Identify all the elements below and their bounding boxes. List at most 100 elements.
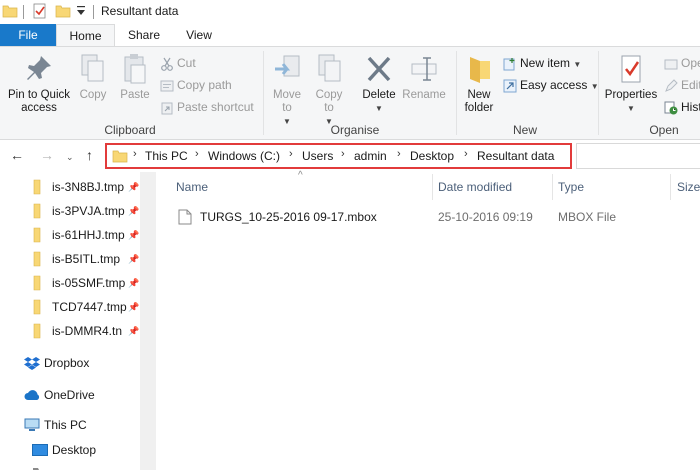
delete-x-icon [367,56,391,82]
tab-view[interactable]: View [174,24,224,46]
column-header-name[interactable]: Name [176,180,208,194]
breadcrumb-this-pc[interactable]: This PC [145,149,188,163]
new-item-icon [503,57,515,71]
nav-item-quick-1[interactable]: is-3PVJA.tmp [32,200,142,222]
folder-icon [33,179,41,195]
new-group-label: New [512,123,537,137]
nav-item-desktop[interactable]: Desktop [32,439,142,461]
file-list: ^ Name Date modified Type Size TURGS_10-… [156,170,700,470]
address-bar-tail[interactable] [576,143,700,169]
move-to-button[interactable]: Move to ▼ [268,53,306,128]
column-header-type[interactable]: Type [558,180,584,194]
breadcrumb-chevron-icon[interactable]: › [289,148,293,160]
copy-path-label: Copy path [177,78,232,92]
move-to-label: Move to [272,89,302,114]
easy-access-button[interactable]: Easy access ▼ [503,75,599,95]
breadcrumb-chevron-icon[interactable]: › [464,148,468,160]
tab-file[interactable]: File [0,24,56,46]
rename-button[interactable]: Rename [402,53,446,102]
new-item-caret-icon: ▼ [573,60,582,69]
nav-item-quick-6[interactable]: is-DMMR4.tn [32,320,142,342]
nav-item-this-pc[interactable]: This PC [24,414,144,436]
pin-icon[interactable]: 📌 [128,182,139,193]
nav-item-quick-3[interactable]: is-B5ITL.tmp [32,248,142,270]
folder-icon [33,299,41,315]
desktop-icon [32,444,48,456]
new-folder-icon [470,57,490,83]
table-row[interactable]: TURGS_10-25-2016 09-17.mbox 25-10-2016 0… [174,206,700,228]
copy-to-button[interactable]: Copy to ▼ [310,53,348,128]
move-to-caret-icon: ▼ [283,117,291,126]
copy-icon [81,54,104,82]
nav-item-label: is-3PVJA.tmp [52,204,125,218]
breadcrumb-chevron-icon[interactable]: › [341,148,345,160]
back-arrow-icon[interactable]: ← [10,148,24,162]
sort-ascending-icon: ^ [298,170,303,181]
nav-item-quick-2[interactable]: is-61HHJ.tmp [32,224,142,246]
pin-icon [27,56,51,80]
breadcrumb-windows-c[interactable]: Windows (C:) [208,149,280,163]
nav-item-dropbox[interactable]: Dropbox [24,352,144,374]
nav-item-quick-0[interactable]: is-3N8BJ.tmp [32,176,142,198]
new-folder-quick-icon[interactable] [55,3,71,19]
nav-item-label: TCD7447.tmp [52,300,127,314]
pin-icon[interactable]: 📌 [128,326,139,337]
properties-caret-icon: ▼ [627,104,635,113]
address-row: ← → ⌄ ↑ › This PC › Windows (C:) › Users… [0,140,700,172]
customize-quick-access-icon[interactable] [76,5,86,17]
breadcrumb-chevron-icon[interactable]: › [133,148,137,160]
nav-item-quick-5[interactable]: TCD7447.tmp [32,296,142,318]
column-header-date-modified[interactable]: Date modified [438,180,512,194]
breadcrumb-chevron-icon[interactable]: › [397,148,401,160]
properties-button[interactable]: Properties ▼ [602,53,660,115]
up-arrow-icon[interactable]: ↑ [86,148,93,162]
new-folder-label: New folder [464,89,494,114]
pin-icon[interactable]: 📌 [128,230,139,241]
forward-arrow-icon[interactable]: → [40,148,54,162]
open-icon [664,59,678,70]
nav-item-label: is-05SMF.tmp [52,276,126,290]
pin-icon[interactable]: 📌 [128,206,139,217]
nav-pane-scrollbar[interactable] [140,172,156,470]
breadcrumb-chevron-icon[interactable]: › [195,148,199,160]
open-button[interactable]: Ope [664,53,700,73]
pin-icon[interactable]: 📌 [128,254,139,265]
properties-label: Properties [604,89,658,101]
breadcrumb-admin[interactable]: admin [354,149,387,163]
folder-icon [33,203,41,219]
nav-item-quick-4[interactable]: is-05SMF.tmp [32,272,142,294]
delete-button[interactable]: Delete ▼ [358,53,400,115]
recent-locations-chevron-icon[interactable]: ⌄ [66,150,74,164]
nav-item-label: This PC [44,418,87,432]
tab-share[interactable]: Share [118,24,170,46]
new-item-label: New item [520,56,571,70]
properties-checkmark-icon[interactable] [32,3,48,19]
nav-item-onedrive[interactable]: OneDrive [24,384,144,406]
breadcrumb-resultant-data[interactable]: Resultant data [477,149,554,163]
edit-button[interactable]: Edit [664,75,700,95]
new-item-button[interactable]: New item ▼ [503,53,581,73]
address-bar[interactable]: › This PC › Windows (C:) › Users › admin… [105,143,572,169]
copy-path-button[interactable]: Copy path [160,75,232,95]
folder-icon [33,468,47,470]
paste-shortcut-button[interactable]: Paste shortcut [160,97,254,117]
pin-icon[interactable]: 📌 [128,302,139,313]
file-date-modified: 25-10-2016 09:19 [438,210,533,224]
nav-item-label: Desktop [52,443,97,457]
breadcrumb-users[interactable]: Users [302,149,333,163]
edit-icon [665,79,678,92]
new-folder-button[interactable]: New folder [460,53,498,115]
copy-button[interactable]: Copy [76,53,110,102]
nav-item-label: is-B5ITL.tmp [52,252,121,266]
nav-item-label: is-61HHJ.tmp [52,228,125,242]
tab-home[interactable]: Home [56,24,115,47]
paste-button[interactable]: Paste [116,53,154,102]
history-button[interactable]: Hist [664,97,700,117]
open-group-label: Open [649,123,679,137]
folder-icon [112,150,128,163]
cut-button[interactable]: Cut [160,53,196,73]
breadcrumb-desktop[interactable]: Desktop [410,149,454,163]
column-header-size[interactable]: Size [677,180,700,194]
pin-to-quick-access-button[interactable]: Pin to Quick access [4,53,74,115]
pin-icon[interactable]: 📌 [128,278,139,289]
